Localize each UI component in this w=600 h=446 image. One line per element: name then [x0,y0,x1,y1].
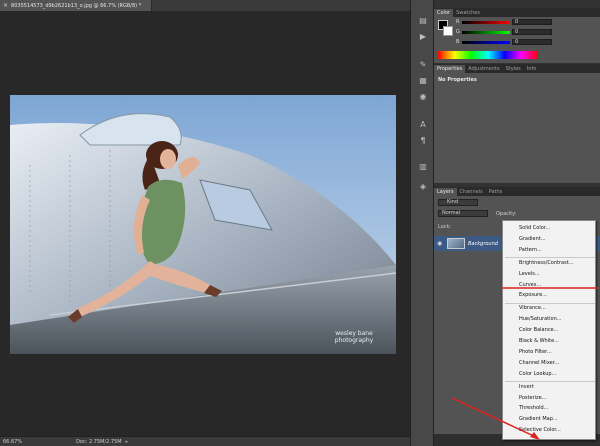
zoom-level[interactable]: 66.67% [3,439,22,445]
menu-item-photo-filter[interactable]: Photo Filter... [519,348,552,356]
menu-item-black-white[interactable]: Black & White... [519,337,559,345]
layer-comps-icon[interactable]: ▥ [416,160,430,172]
brush-icon[interactable]: ✎ [416,58,430,70]
tab-adjustments[interactable]: Adjustments [465,65,502,73]
menu-item-posterize[interactable]: Posterize... [519,394,546,402]
green-slider-row: G 0 [456,29,552,35]
blend-mode-label: Normal [442,210,461,216]
layer-thumbnail [447,238,465,249]
menu-item-pattern[interactable]: Pattern... [519,246,542,254]
tab-swatches[interactable]: Swatches [453,9,483,17]
document-title: 8035514573_d9b2621b13_o.jpg @ 66.7% (RGB… [11,2,142,9]
menu-item-levels[interactable]: Levels... [519,270,540,278]
menu-item-gradient[interactable]: Gradient... [519,235,546,243]
paragraph-icon[interactable]: ¶ [416,134,430,146]
status-bar: 66.67% Doc: 2.75M/2.75M ▸ [0,436,410,446]
menu-item-color-balance[interactable]: Color Balance... [519,326,558,334]
blue-slider-row: B 0 [456,39,552,45]
red-value[interactable]: 0 [512,19,552,25]
menu-item-vibrance[interactable]: Vibrance... [519,304,546,312]
menu-item-invert[interactable]: Invert [519,383,534,391]
adjustment-layer-menu: Solid Color... Gradient... Pattern... Brigh… [502,220,596,440]
menu-item-brightness-contrast[interactable]: Brightness/Contrast... [519,259,573,267]
layer-filter-label: Kind [447,199,459,205]
blue-value[interactable]: 0 [512,39,552,45]
layers-panel-tabs: Layers Channels Paths [434,187,600,196]
layer-name[interactable]: Background [468,241,498,247]
photo-canvas[interactable]: wesley bane photography [10,95,396,354]
properties-panel-tabs: Properties Adjustments Styles Info [434,64,600,73]
opacity-label: Opacity: [496,211,517,217]
tab-info[interactable]: Info [524,65,539,73]
blend-mode-dropdown[interactable]: Normal [438,210,488,217]
red-slider-row: R 0 [456,19,552,25]
tab-channels[interactable]: Channels [457,188,486,196]
brush-presets-icon[interactable]: ▦ [416,74,430,86]
blue-slider[interactable] [462,40,510,44]
panel-dock-column: ▤ ▶ ✎ ▦ ◉ A ¶ ▥ ◈ [410,0,434,446]
watermark-line2: photography [335,337,374,344]
lock-label: Lock: [438,224,452,230]
tab-color[interactable]: Color [434,9,454,17]
doc-size-info[interactable]: Doc: 2.75M/2.75M [76,439,122,445]
menu-item-curves[interactable]: Curves... [519,281,541,289]
color-panel: R 0 G 0 B 0 [434,17,600,63]
photo-image: wesley bane photography [10,95,396,354]
green-slider[interactable] [462,30,510,34]
menu-item-channel-mixer[interactable]: Channel Mixer... [519,359,559,367]
menu-item-exposure[interactable]: Exposure... [519,291,547,299]
tab-paths[interactable]: Paths [486,188,506,196]
red-slider[interactable] [462,20,510,24]
menu-item-selective-color[interactable]: Selective Color... [519,426,561,434]
properties-message: No Properties [438,77,477,83]
status-menu-arrow-icon[interactable]: ▸ [126,439,129,445]
tab-layers[interactable]: Layers [434,188,457,196]
menu-item-hue-saturation[interactable]: Hue/Saturation... [519,315,562,323]
document-tab[interactable]: × 8035514573_d9b2621b13_o.jpg @ 66.7% (R… [0,0,152,11]
character-icon[interactable]: A [416,118,430,130]
properties-panel: No Properties [434,73,600,183]
color-panel-tabs: Color Swatches [434,8,600,17]
layer-visibility-eye-icon[interactable]: ◉ [437,240,445,247]
clone-source-icon[interactable]: ◉ [416,90,430,102]
menu-item-gradient-map[interactable]: Gradient Map... [519,415,558,423]
actions-icon[interactable]: ▶ [416,30,430,42]
history-icon[interactable]: ▤ [416,14,430,26]
tab-properties[interactable]: Properties [434,65,466,73]
green-value[interactable]: 0 [512,29,552,35]
close-tab-icon[interactable]: × [3,2,8,9]
layer-filter-dropdown[interactable]: Kind [438,199,478,206]
background-color-swatch[interactable] [443,26,453,36]
menu-item-solid-color[interactable]: Solid Color... [519,224,550,232]
color-spectrum-ramp[interactable] [438,51,538,59]
menu-item-threshold[interactable]: Threshold... [519,404,548,412]
menu-item-color-lookup[interactable]: Color Lookup... [519,370,556,378]
3d-icon[interactable]: ◈ [416,180,430,192]
tab-styles[interactable]: Styles [503,65,524,73]
watermark-line1: wesley bane [335,330,373,337]
